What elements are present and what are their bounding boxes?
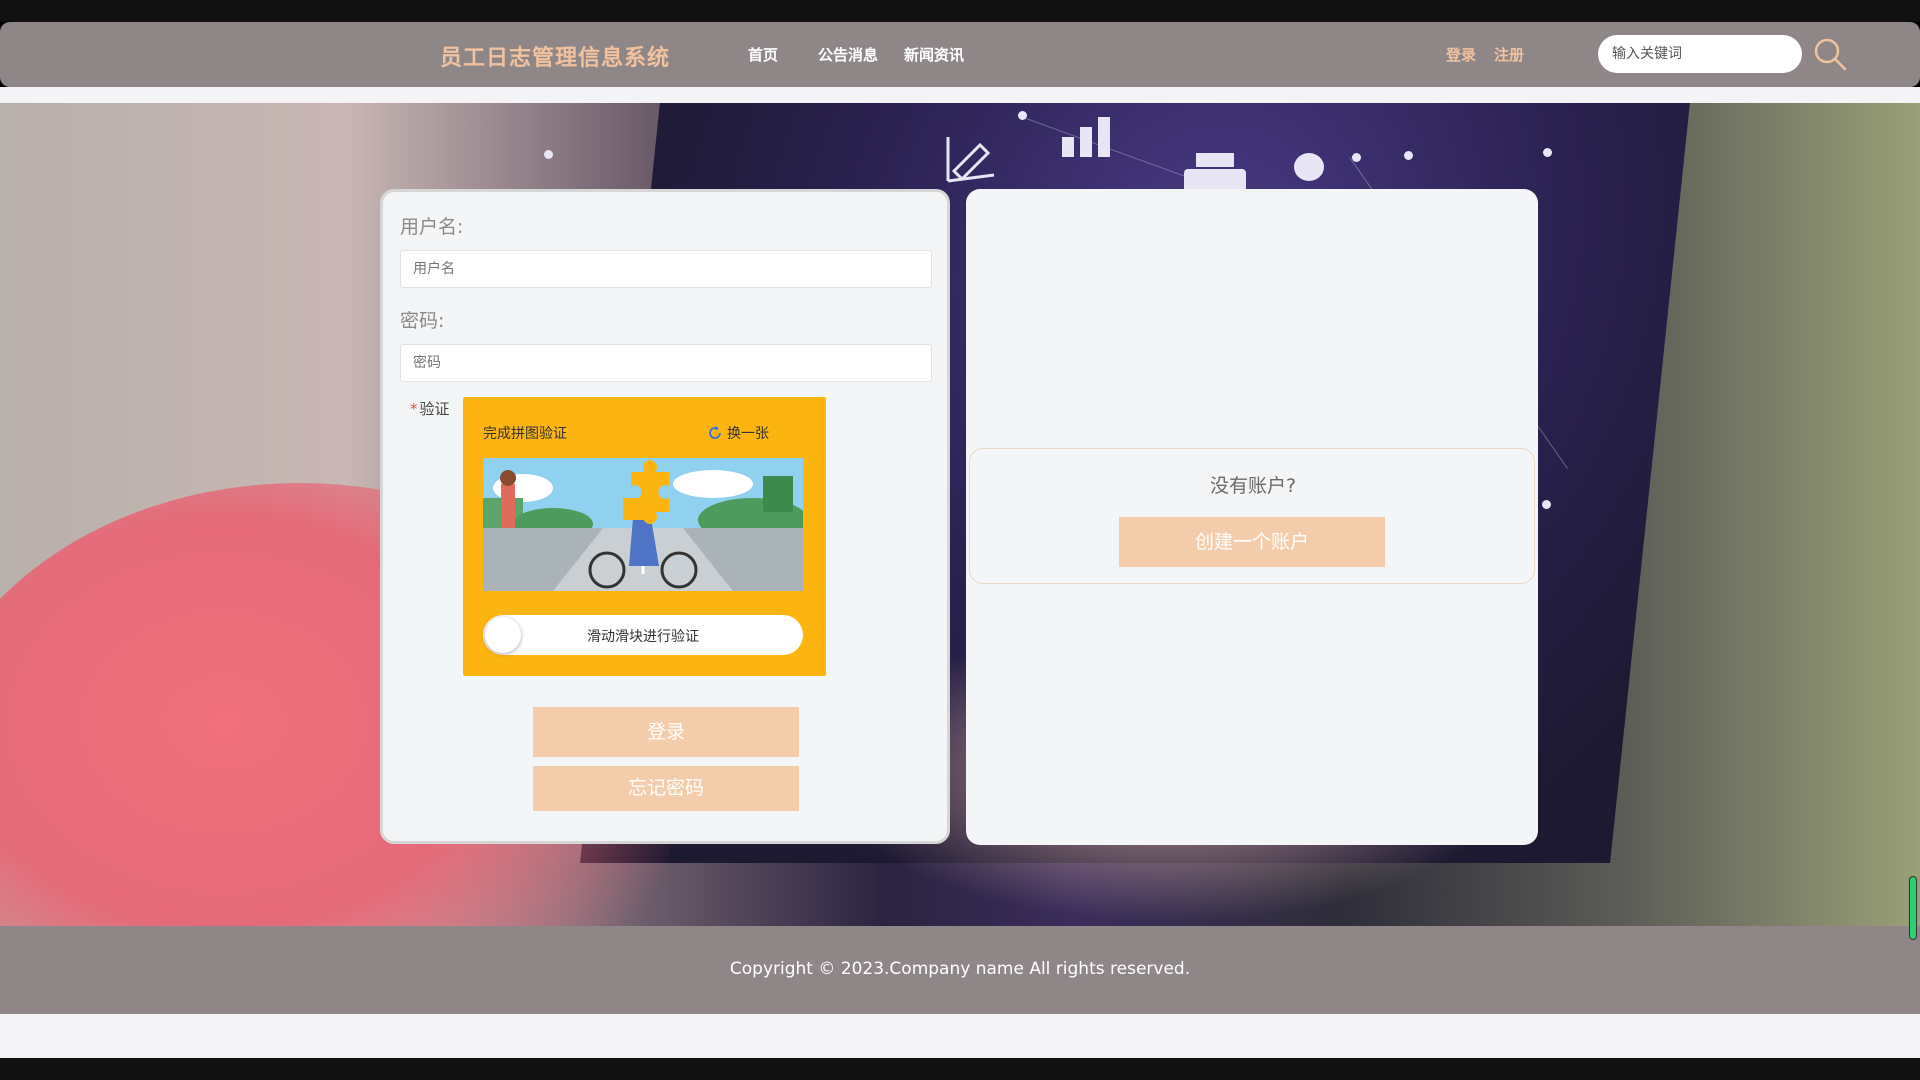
top-black-bar <box>0 0 1920 22</box>
nav-news[interactable]: 新闻资讯 <box>904 44 964 65</box>
navbar: 员工日志管理信息系统 首页 公告消息 新闻资讯 登录 注册 <box>0 22 1920 87</box>
captcha-refresh-button[interactable]: 换一张 <box>707 423 769 443</box>
copyright-text: Copyright © 2023.Company name All rights… <box>729 959 1191 979</box>
bottom-black-bar <box>0 1058 1920 1080</box>
decor-dot <box>544 150 553 159</box>
no-account-text: 没有账户? <box>1209 475 1297 497</box>
verify-label: * 验证 <box>410 398 450 419</box>
login-panel: 用户名: 密码: *验证 完成拼图验证 换一张 <box>380 189 950 844</box>
auth-links: 登录 注册 <box>1446 44 1524 65</box>
register-link[interactable]: 注册 <box>1494 44 1524 65</box>
password-label: 密码: <box>400 310 445 332</box>
printer-icon <box>1184 153 1246 193</box>
refresh-icon <box>709 426 721 439</box>
signup-panel: 没有账户? 创建一个账户 <box>966 189 1538 845</box>
login-link[interactable]: 登录 <box>1446 44 1476 65</box>
decor-dot <box>1352 153 1361 162</box>
bar-chart-icon <box>1062 117 1110 157</box>
captcha-slider[interactable]: 滑动滑块进行验证 <box>483 615 803 655</box>
username-input[interactable] <box>400 250 932 288</box>
search-input[interactable] <box>1598 35 1802 73</box>
decor-dot <box>1404 151 1413 160</box>
site-logo[interactable]: 员工日志管理信息系统 <box>440 40 670 72</box>
navbar-shadow-strip <box>0 87 1920 103</box>
search-icon[interactable] <box>1812 36 1848 72</box>
password-input[interactable] <box>400 344 932 382</box>
signup-box: 没有账户? 创建一个账户 <box>969 448 1535 584</box>
decor-dot <box>1543 148 1552 157</box>
scrollbar-thumb[interactable] <box>1909 876 1917 940</box>
decor-dot <box>1542 500 1551 509</box>
slider-hint: 滑动滑块进行验证 <box>587 629 699 645</box>
captcha-refresh-label: 换一张 <box>727 426 769 442</box>
captcha-puzzle-image <box>483 458 803 591</box>
required-mark: * <box>410 400 418 418</box>
username-label: 用户名: <box>400 216 464 238</box>
hero-background <box>0 103 1920 926</box>
nav-announcements[interactable]: 公告消息 <box>818 44 878 65</box>
slider-knob[interactable] <box>485 617 521 653</box>
forgot-password-button[interactable]: 忘记密码 <box>533 766 799 811</box>
page-bottom-area <box>0 1014 1920 1058</box>
create-account-button[interactable]: 创建一个账户 <box>1119 517 1385 567</box>
captcha-title: 完成拼图验证 <box>483 426 567 442</box>
main-nav: 首页 公告消息 新闻资讯 <box>748 44 1004 65</box>
circle-icon <box>1294 153 1324 181</box>
puzzle-captcha: 完成拼图验证 换一张 滑动滑块进行验证 <box>463 397 826 676</box>
footer: Copyright © 2023.Company name All rights… <box>0 926 1920 1014</box>
pencil-icon <box>946 137 995 183</box>
login-button[interactable]: 登录 <box>533 707 799 757</box>
nav-home[interactable]: 首页 <box>748 44 778 65</box>
verify-label-text: 验证 <box>419 400 450 418</box>
cyclist-illustration <box>483 458 803 591</box>
